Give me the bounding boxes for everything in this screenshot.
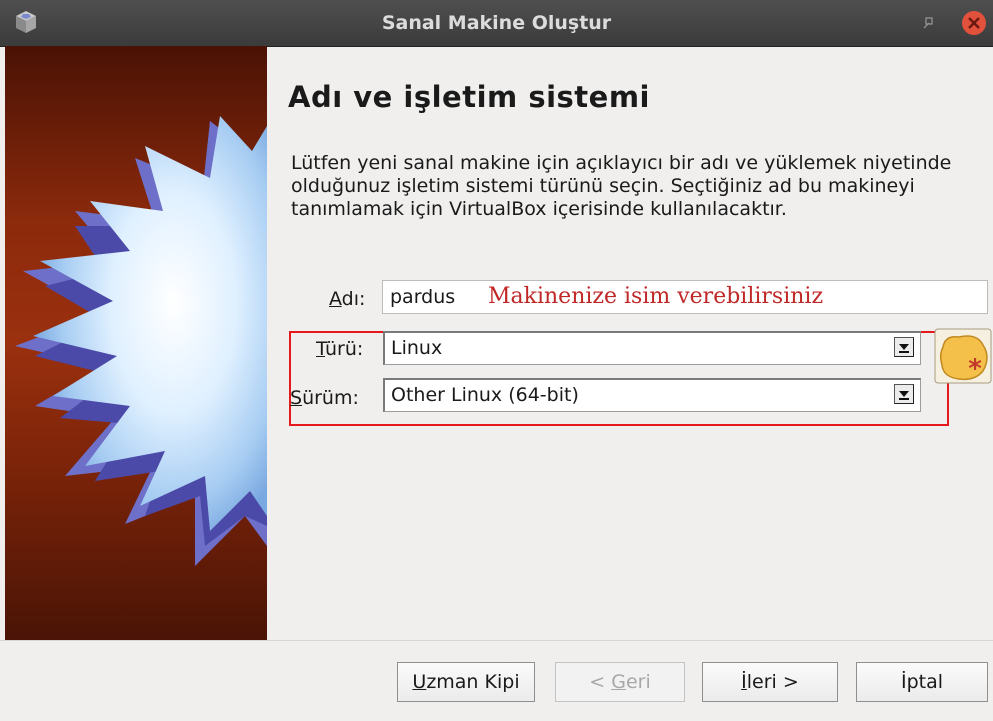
close-icon[interactable]	[960, 9, 988, 37]
version-label: Sürüm:	[290, 387, 359, 409]
svg-text:*: *	[968, 354, 982, 384]
name-label-text: dı:	[341, 288, 366, 310]
type-label-mnemonic: T	[316, 338, 325, 360]
starburst-graphic	[15, 116, 267, 566]
version-label-text: ürüm:	[302, 387, 359, 409]
name-label: Adı:	[329, 288, 365, 310]
back-button[interactable]: < Geri	[555, 662, 685, 702]
type-label-text: ürü:	[325, 338, 364, 360]
type-select-value: Linux	[391, 337, 443, 359]
name-hint-annotation: Makinenize isim verebilirsiniz	[488, 284, 824, 309]
cancel-button[interactable]: İptal	[856, 662, 988, 702]
next-label: leri >	[746, 671, 799, 693]
page-title: Adı ve işletim sistemi	[288, 80, 650, 114]
back-mnemonic: G	[611, 671, 626, 693]
version-label-mnemonic: S	[290, 387, 303, 409]
back-prefix: <	[589, 671, 612, 693]
expert-mode-button[interactable]: Uzman Kipi	[397, 662, 535, 702]
expert-mode-mnemonic: U	[412, 671, 427, 693]
chevron-down-icon[interactable]	[894, 384, 914, 404]
page-description: Lütfen yeni sanal makine için açıklayıcı…	[291, 152, 952, 220]
wizard-banner-image	[5, 46, 267, 640]
footer-separator	[0, 640, 993, 641]
type-select[interactable]: Linux	[383, 331, 921, 365]
type-label: Türü:	[316, 338, 363, 360]
linux-os-icon: *	[934, 328, 992, 384]
restore-icon[interactable]	[922, 16, 936, 30]
back-label: eri	[625, 671, 651, 693]
expert-mode-label: zman Kipi	[426, 671, 520, 693]
name-label-mnemonic: A	[329, 288, 342, 310]
version-select-value: Other Linux (64-bit)	[391, 384, 579, 406]
window-title: Sanal Makine Oluştur	[381, 12, 612, 34]
chevron-down-icon[interactable]	[894, 337, 914, 357]
title-bar[interactable]: Sanal Makine Oluştur	[0, 0, 993, 47]
next-button[interactable]: İleri >	[702, 662, 838, 702]
version-select[interactable]: Other Linux (64-bit)	[383, 378, 921, 412]
